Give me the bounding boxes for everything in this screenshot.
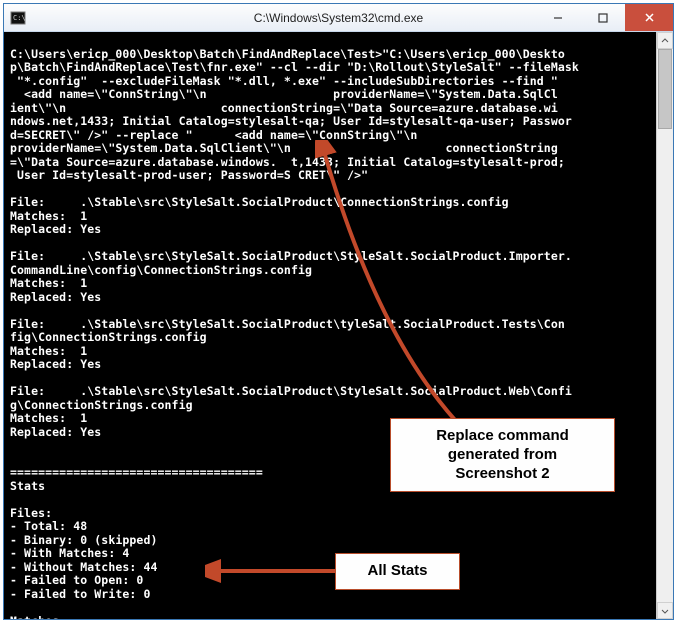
cmd-icon: C:\ bbox=[10, 10, 26, 26]
window-controls bbox=[535, 4, 673, 31]
callout-text: All Stats bbox=[367, 562, 427, 579]
close-button[interactable] bbox=[625, 4, 673, 31]
vertical-scrollbar[interactable] bbox=[656, 32, 673, 619]
minimize-button[interactable] bbox=[535, 4, 580, 31]
arrow-replace-command bbox=[315, 140, 495, 430]
callout-text: Replace command generated from Screensho… bbox=[436, 427, 569, 482]
callout-replace-command: Replace command generated from Screensho… bbox=[390, 418, 615, 492]
scroll-thumb[interactable] bbox=[658, 49, 672, 129]
scroll-up-button[interactable] bbox=[657, 32, 673, 49]
scroll-down-button[interactable] bbox=[657, 602, 673, 619]
arrow-all-stats bbox=[205, 556, 340, 586]
scroll-track[interactable] bbox=[657, 49, 673, 602]
svg-text:C:\: C:\ bbox=[13, 14, 26, 22]
callout-all-stats: All Stats bbox=[335, 553, 460, 590]
maximize-button[interactable] bbox=[580, 4, 625, 31]
titlebar[interactable]: C:\ C:\Windows\System32\cmd.exe bbox=[4, 4, 673, 32]
